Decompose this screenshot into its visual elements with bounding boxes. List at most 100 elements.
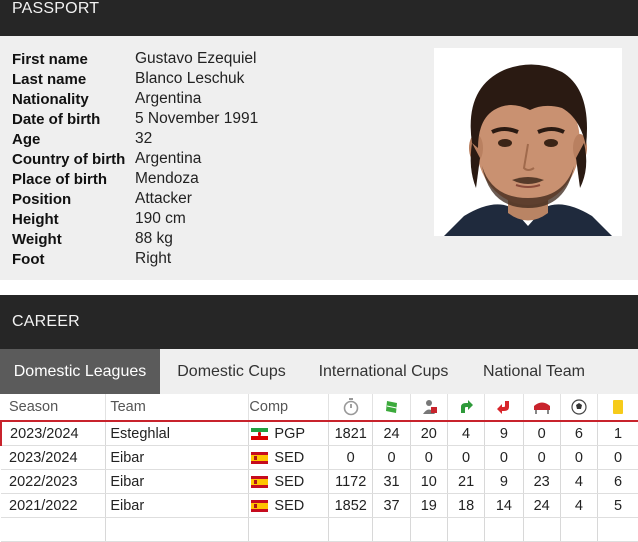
competition-cell[interactable]: SED xyxy=(248,445,330,470)
stat-cell: 9 xyxy=(484,469,524,494)
team-link[interactable]: Eibar xyxy=(105,445,250,470)
passport-field-row: Foot Right xyxy=(12,249,258,269)
field-label: Last name xyxy=(12,70,87,88)
passport-title: PASSPORT xyxy=(12,0,100,17)
column-header-sub-out[interactable] xyxy=(484,394,524,421)
tab-national-team[interactable]: National Team xyxy=(464,349,604,394)
field-label: Position xyxy=(12,190,72,208)
competition-cell[interactable]: SED xyxy=(248,469,330,494)
passport-field-row: Place of birth Mendoza xyxy=(12,169,258,189)
column-header-minutes[interactable] xyxy=(328,394,374,421)
empty-cell xyxy=(484,517,524,542)
column-header-sub-in[interactable] xyxy=(447,394,486,421)
passport-header: PASSPORT xyxy=(0,0,638,36)
stat-cell: 18 xyxy=(447,493,486,518)
tab-domestic-leagues[interactable]: Domestic Leagues xyxy=(0,349,160,394)
column-header-appearances[interactable] xyxy=(372,394,411,421)
tab-label: International Cups xyxy=(318,362,449,380)
field-label: Foot xyxy=(12,250,45,268)
column-header-bench[interactable] xyxy=(523,394,561,421)
tab-international-cups[interactable]: International Cups xyxy=(303,349,464,394)
team-link[interactable]: Esteghlal xyxy=(105,420,250,446)
stat-cell: 14 xyxy=(484,493,524,518)
season-cell: 2023/2024 xyxy=(0,420,107,446)
empty-cell xyxy=(410,517,448,542)
stat-cell: 1 xyxy=(597,420,638,446)
field-value: Argentina xyxy=(135,150,202,167)
column-header-starts[interactable] xyxy=(410,394,448,421)
bench-icon xyxy=(533,402,550,414)
field-value: 5 November 1991 xyxy=(135,110,259,127)
team-link[interactable]: Eibar xyxy=(105,493,250,518)
sub-in-arrow-icon xyxy=(461,400,474,413)
stat-cell: 0 xyxy=(328,445,374,470)
column-header-comp[interactable]: Comp xyxy=(248,394,330,421)
stat-cell: 0 xyxy=(410,445,448,470)
field-label: Weight xyxy=(12,230,62,248)
season-cell: 2022/2023 xyxy=(1,469,107,494)
passport-field-row: Last name Blanco Leschuk xyxy=(12,69,258,89)
stat-cell: 0 xyxy=(597,445,638,470)
yellow-card-icon xyxy=(613,400,624,414)
ball-icon xyxy=(571,399,587,415)
player-portrait-image xyxy=(434,48,622,236)
field-value: 32 xyxy=(135,130,153,147)
stat-cell: 21 xyxy=(447,469,486,494)
passport-field-row: Weight 88 kg xyxy=(12,229,258,249)
spain-flag-icon xyxy=(251,451,269,464)
season-cell: 2021/2022 xyxy=(1,493,107,518)
empty-cell xyxy=(560,517,599,542)
field-value: Mendoza xyxy=(135,170,199,187)
empty-cell xyxy=(447,517,486,542)
stat-cell: 0 xyxy=(523,420,561,446)
field-label: Country of birth xyxy=(12,150,126,168)
stat-cell: 10 xyxy=(410,469,448,494)
stat-cell: 23 xyxy=(523,469,561,494)
stat-cell: 24 xyxy=(372,420,411,446)
empty-cell xyxy=(372,517,411,542)
table-row[interactable]: 2022/2023 Eibar SED 1172 31 10 21 9 23 4 6 xyxy=(1,469,638,494)
passport-field-row: Country of birth Argentina xyxy=(12,149,258,169)
stat-cell: 4 xyxy=(560,493,599,518)
substitution-player-icon xyxy=(422,400,437,414)
table-row[interactable]: 2023/2024 Eibar SED 0 0 0 0 0 0 0 0 xyxy=(1,445,638,470)
column-header-yellow-cards[interactable] xyxy=(597,394,638,421)
stat-cell: 0 xyxy=(560,445,599,470)
competition-wrapper: SED xyxy=(249,498,328,514)
empty-cell xyxy=(597,517,638,542)
iran-flag-icon xyxy=(251,427,269,440)
column-header-goals[interactable] xyxy=(560,394,599,421)
empty-cell xyxy=(328,517,374,542)
stat-cell: 1172 xyxy=(328,469,374,494)
table-row[interactable]: 2023/2024 Esteghlal PGP 1821 24 20 4 9 0 6 1 xyxy=(0,420,638,446)
career-header: CAREER xyxy=(0,295,638,349)
spain-flag-icon xyxy=(251,499,269,512)
passport-panel: First name Gustavo Ezequiel Last name Blanc… xyxy=(0,36,638,280)
player-photo xyxy=(434,48,622,236)
field-value: Blanco Leschuk xyxy=(135,70,245,87)
stat-cell: 9 xyxy=(484,420,524,446)
column-header-team[interactable]: Team xyxy=(105,394,250,421)
competition-cell[interactable]: SED xyxy=(248,493,330,518)
competition-wrapper: SED xyxy=(249,474,328,490)
tab-domestic-cups[interactable]: Domestic Cups xyxy=(160,349,303,394)
field-value: 88 kg xyxy=(135,230,173,247)
field-label: Nationality xyxy=(12,90,89,108)
spain-flag-icon xyxy=(251,475,269,488)
table-row[interactable]: 2021/2022 Eibar SED 1852 37 19 18 14 24 4 5 xyxy=(1,493,638,518)
team-link[interactable]: Eibar xyxy=(105,469,250,494)
competition-wrapper: SED xyxy=(249,450,328,466)
competition-cell[interactable]: PGP xyxy=(248,420,330,446)
career-stats-table: Season Team Comp 2023/2024 Esteghlal PGP… xyxy=(0,394,638,542)
stopwatch-icon xyxy=(343,398,359,416)
column-header-season[interactable]: Season xyxy=(1,394,107,421)
competition-code: SED xyxy=(274,497,305,514)
field-value: Right xyxy=(135,250,172,267)
field-label: Place of birth xyxy=(12,170,108,188)
stat-cell: 0 xyxy=(484,445,524,470)
field-label: Date of birth xyxy=(12,110,101,128)
field-label: Height xyxy=(12,210,59,228)
stat-cell: 19 xyxy=(410,493,448,518)
career-title: CAREER xyxy=(12,313,80,330)
tab-label: Domestic Leagues xyxy=(13,362,147,380)
